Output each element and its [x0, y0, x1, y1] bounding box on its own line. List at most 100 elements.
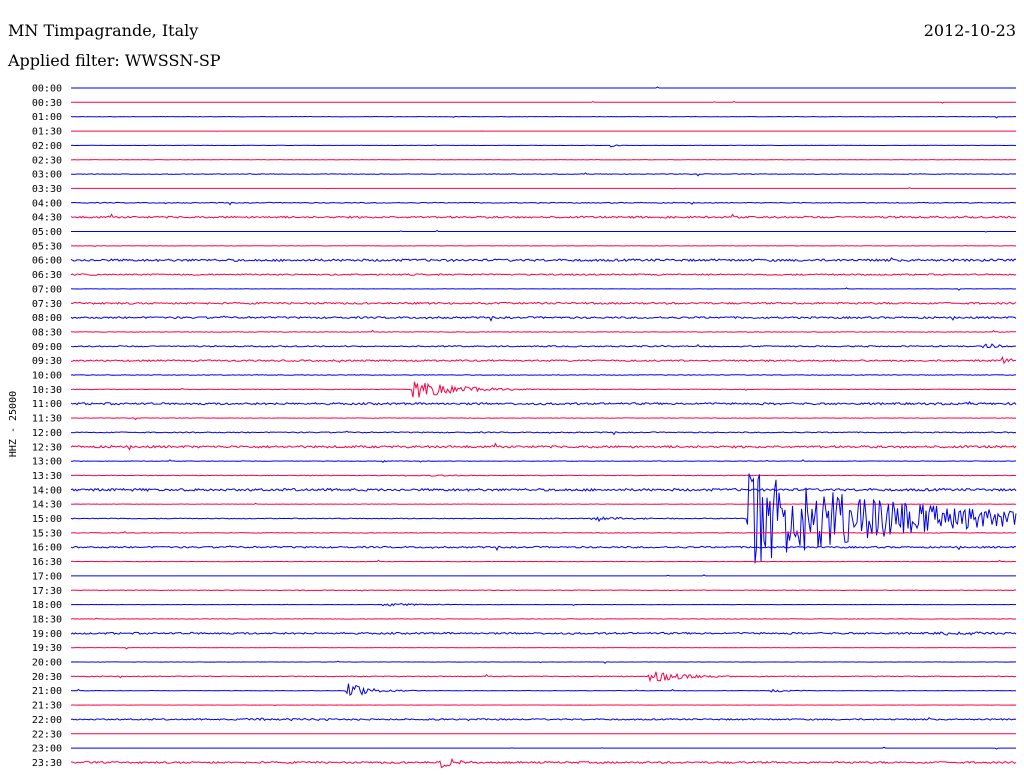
time-label: 21:30: [32, 701, 62, 712]
time-label: 21:00: [32, 686, 62, 697]
time-label: 16:00: [32, 543, 62, 554]
time-label: 04:00: [32, 198, 62, 209]
time-label: 20:30: [32, 672, 62, 683]
time-label: 03:30: [32, 184, 62, 195]
time-label: 07:30: [32, 299, 62, 310]
trace-rows: 00:00 00:30 01:00 01:30 02:00 02:30 03:00 03:30…: [32, 84, 1017, 769]
time-label: 22:00: [32, 715, 62, 726]
trace-line-blue: [70, 487, 1017, 492]
trace-line-red: [70, 671, 1017, 683]
time-label: 13:30: [32, 471, 62, 482]
time-label: 09:00: [32, 342, 62, 353]
time-label: 13:00: [32, 457, 62, 468]
time-label: 17:00: [32, 571, 62, 582]
trace-line-blue: [71, 229, 1016, 233]
seismogram-chart: MN Timpagrande, Italy 2012-10-23 Applied…: [7, 21, 1017, 769]
time-label: 23:30: [32, 758, 62, 769]
time-label: 10:00: [32, 371, 62, 382]
time-label: 12:30: [32, 442, 62, 453]
trace-line-blue: [70, 115, 1017, 119]
helicorder-page: MN Timpagrande, Italy 2012-10-23 Applied…: [0, 0, 1024, 780]
trace-line-blue: [71, 430, 1017, 436]
trace-line-red: [70, 213, 1017, 219]
trace-line-red: [70, 617, 1017, 620]
trace-line-blue: [71, 746, 1016, 750]
trace-line-red: [71, 100, 1016, 104]
trace-line-blue: [70, 602, 1017, 607]
trace-line-blue: [70, 144, 1017, 148]
time-label: 06:00: [32, 256, 62, 267]
filter-label: Applied filter: WWSSN-SP: [7, 51, 221, 70]
trace-line-blue: [70, 459, 1017, 463]
trace-line-blue: [70, 683, 1017, 697]
time-label: 08:30: [32, 327, 62, 338]
time-label: 02:00: [32, 141, 62, 152]
trace-line-red: [70, 417, 1017, 421]
trace-line-red: [71, 559, 1017, 563]
trace-line-blue: [70, 717, 1017, 722]
trace-line-red: [71, 187, 1016, 190]
trace-line-red: [70, 329, 1017, 333]
time-label: 06:30: [32, 270, 62, 281]
time-label: 19:00: [32, 629, 62, 640]
time-label: 16:30: [32, 557, 62, 568]
time-label: 08:00: [32, 313, 62, 324]
trace-line-red: [70, 531, 1017, 534]
time-label: 15:30: [32, 528, 62, 539]
y-axis-label: HHZ - 25000: [8, 391, 19, 457]
time-label: 05:30: [32, 241, 62, 252]
trace-line-blue: [70, 343, 1017, 349]
date-label: 2012-10-23: [924, 21, 1016, 40]
trace-line-red: [70, 381, 1017, 398]
trace-line-blue: [70, 201, 1016, 206]
trace-line-blue: [70, 172, 1017, 177]
time-label: 03:00: [32, 170, 62, 181]
trace-line-red: [70, 273, 1017, 276]
trace-line-blue: [70, 257, 1017, 263]
trace-line-red: [70, 589, 1016, 592]
trace-line-red: [70, 704, 1017, 707]
time-label: 00:00: [32, 84, 62, 95]
time-label: 01:30: [32, 127, 62, 138]
time-label: 04:30: [32, 213, 62, 224]
trace-line-blue: [70, 373, 1017, 376]
trace-line-red: [70, 474, 1017, 477]
trace-line-red: [70, 757, 1017, 769]
time-label: 12:00: [32, 428, 62, 439]
trace-line-blue: [70, 473, 1017, 564]
time-label: 01:00: [32, 112, 62, 123]
trace-line-red: [70, 442, 1017, 451]
time-label: 14:30: [32, 500, 62, 511]
time-label: 19:30: [32, 643, 62, 654]
station-title: MN Timpagrande, Italy: [8, 21, 198, 40]
time-label: 15:00: [32, 514, 62, 525]
trace-line-blue: [70, 545, 1017, 552]
time-label: 20:00: [32, 658, 62, 669]
trace-line-blue: [70, 400, 1017, 406]
trace-line-red: [70, 502, 1017, 505]
trace-line-red: [70, 301, 1017, 305]
trace-line-blue: [70, 287, 1017, 291]
time-label: 23:00: [32, 744, 62, 755]
trace-line-red: [70, 355, 1016, 365]
time-label: 11:30: [32, 414, 62, 425]
time-label: 10:30: [32, 385, 62, 396]
time-label: 11:00: [32, 399, 62, 410]
trace-line-blue: [70, 631, 1017, 636]
time-label: 00:30: [32, 98, 62, 109]
time-label: 22:30: [32, 729, 62, 740]
time-label: 09:30: [32, 356, 62, 367]
trace-line-red: [71, 647, 1016, 650]
time-label: 07:00: [32, 284, 62, 295]
trace-line-blue: [71, 574, 1016, 577]
trace-line-red: [70, 244, 1017, 248]
time-label: 05:00: [32, 227, 62, 238]
trace-line-blue: [71, 86, 1016, 89]
time-label: 02:30: [32, 155, 62, 166]
trace-line-blue: [70, 660, 1017, 664]
time-label: 18:30: [32, 614, 62, 625]
time-label: 14:00: [32, 485, 62, 496]
trace-line-blue: [70, 315, 1017, 322]
time-label: 17:30: [32, 586, 62, 597]
time-label: 18:00: [32, 600, 62, 611]
